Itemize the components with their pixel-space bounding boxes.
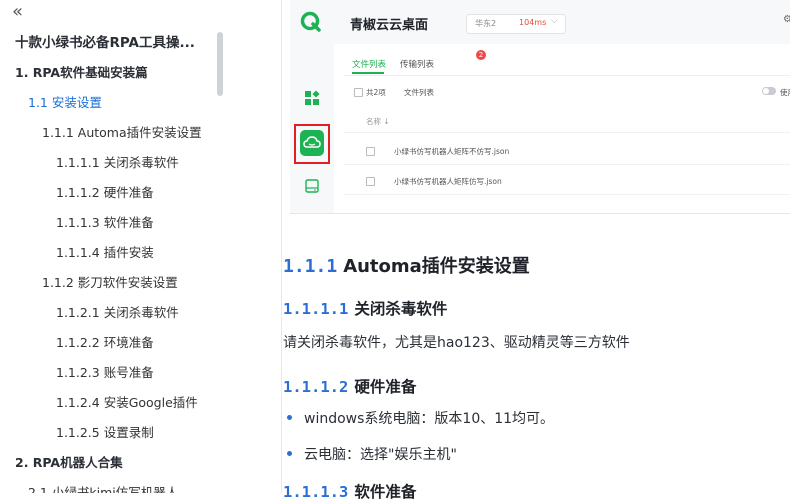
full-path-toggle [762,87,776,95]
toc-item-1-1[interactable]: 1.1 安装设置 [28,92,102,111]
list-item: 云电脑：选择"娱乐主机" [287,444,457,464]
active-tab-underline [352,72,384,74]
latency-label: 104ms [519,18,547,27]
full-path-label: 使用全路径上传 [780,88,790,97]
heading-text: Automa插件安装设置 [343,256,530,277]
toc-item-1-1-2-1[interactable]: 1.1.2.1 关闭杀毒软件 [56,302,179,321]
tab-file-list: 文件列表 [352,60,387,70]
file-panel: 文件列表 传输列表 2 共2项 文件列表 使用全路径上传 名称 ↓ 小绿书仿写机… [334,44,790,213]
toc-sidebar: « 十款小绿书必备RPA工具操... 1. RPA软件基础安装篇 1.1 安装设… [0,0,230,493]
sidebar-divider [281,0,282,493]
collapse-sidebar-icon[interactable]: « [12,2,32,22]
app-side-rail [290,0,334,213]
toc-document-title[interactable]: 十款小绿书必备RPA工具操... [15,31,215,51]
heading-text: 关闭杀毒软件 [354,300,448,318]
hard-drive-icon [305,179,319,193]
file-checkbox [366,177,375,186]
list-item-text: windows系统电脑：版本10、11均可。 [304,411,555,427]
transfer-badge: 2 [476,50,486,60]
heading-1-1-1-2: 1.1.1.2 硬件准备 [283,375,416,397]
toc-item-2-1[interactable]: 2.1 小绿书kimi仿写机器人 [28,482,178,493]
toc-item-1-1-1[interactable]: 1.1.1 Automa插件安装设置 [42,122,202,141]
toc-item-1-1-1-4[interactable]: 1.1.1.4 插件安装 [56,242,154,261]
heading-1-1-1-1: 1.1.1.1 关闭杀毒软件 [283,297,447,319]
list-item: windows系统电脑：版本10、11均可。 [287,408,554,428]
heading-1-1-1: 1.1.1 Automa插件安装设置 [283,252,530,278]
toc-item-1-1-2-4[interactable]: 1.1.2.4 安装Google插件 [56,392,198,411]
cloud-drive-icon [300,130,324,156]
toc-item-1-1-2-2[interactable]: 1.1.2.2 环境准备 [56,332,154,351]
toc-item-1-1-1-3[interactable]: 1.1.1.3 软件准备 [56,212,154,231]
region-selector: 华东2 104ms ⌵ [466,14,566,34]
file-name: 小绿书仿写机器人矩阵不仿写.json [394,147,510,156]
tab-transfer-list: 传输列表 [400,60,435,70]
row-divider [344,132,790,133]
list-item-text: 云电脑：选择"娱乐主机" [304,447,457,463]
column-header-name: 名称 ↓ [366,117,390,126]
file-name: 小绿书仿写机器人矩阵仿写.json [394,177,502,186]
embedded-app-screenshot: 青椒云云桌面 华东2 104ms ⌵ ⚙ 文件列表 传输列表 2 共2项 文件列… [290,0,790,214]
file-list-label: 文件列表 [404,88,434,97]
chevron-down-icon: ⌵ [551,16,558,26]
tab-divider [344,75,790,76]
file-checkbox [366,147,375,156]
row-divider [344,194,790,195]
bullet-icon [287,450,292,456]
total-count: 共2项 [366,88,386,97]
toc-item-1-1-1-2[interactable]: 1.1.1.2 硬件准备 [56,182,154,201]
row-divider [344,164,790,165]
heading-number: 1.1.1 [283,256,338,277]
heading-number: 1.1.1.3 [283,483,349,501]
toc-scrollbar[interactable] [217,32,223,96]
heading-text: 硬件准备 [354,378,417,396]
app-logo-icon [300,11,321,32]
paragraph: 请关闭杀毒软件，尤其是hao123、驱动精灵等三方软件 [283,335,630,351]
apps-grid-icon [305,90,320,105]
select-all-checkbox [354,88,363,97]
region-label: 华东2 [475,19,497,28]
toc-item-1-1-1-1[interactable]: 1.1.1.1 关闭杀毒软件 [56,152,179,171]
toc-item-2[interactable]: 2. RPA机器人合集 [15,452,123,471]
heading-text: 软件准备 [354,483,417,501]
toc-item-1-1-2-3[interactable]: 1.1.2.3 账号准备 [56,362,154,381]
app-title: 青椒云云桌面 [350,18,429,33]
toc-item-1-1-2-5[interactable]: 1.1.2.5 设置录制 [56,422,154,441]
settings-icon: ⚙ [783,14,790,25]
toc-item-1-1-2[interactable]: 1.1.2 影刀软件安装设置 [42,272,178,291]
heading-number: 1.1.1.2 [283,378,349,396]
bullet-icon [287,414,292,420]
heading-1-1-1-3: 1.1.1.3 软件准备 [283,480,416,502]
toc-item-1[interactable]: 1. RPA软件基础安装篇 [15,62,148,81]
heading-number: 1.1.1.1 [283,300,349,318]
